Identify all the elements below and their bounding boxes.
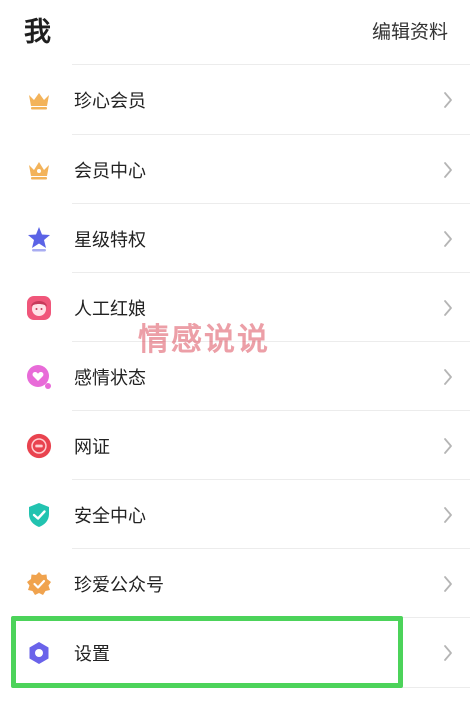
menu-item-member-center[interactable]: 会员中心 [0,135,470,204]
star-icon [26,226,52,252]
settings-highlight-box [11,616,403,688]
chevron-right-icon [440,228,456,250]
menu-item-label: 人工红娘 [74,298,146,320]
menu-item-official-account[interactable]: 珍爱公众号 [0,549,470,618]
crown-icon [26,87,52,113]
menu-item-label: 安全中心 [74,505,146,527]
crown-icon [26,157,52,183]
chevron-right-icon [440,435,456,457]
menu-item-security-center[interactable]: 安全中心 [0,480,470,549]
menu-item-label: 网证 [74,436,110,458]
watermark: 情感说说 [138,322,270,358]
shield-check-icon [26,502,52,528]
menu-item-label: 会员中心 [74,160,146,182]
chevron-right-icon [440,504,456,526]
chevron-right-icon [440,573,456,595]
verified-badge-icon [26,571,52,597]
chevron-right-icon [440,642,456,664]
menu-item-zhenxin-member[interactable]: 珍心会员 [0,65,470,134]
chevron-right-icon [440,366,456,388]
menu-item-label: 珍心会员 [74,90,146,112]
edit-profile-link[interactable]: 编辑资料 [372,17,448,44]
menu-item-online-id[interactable]: 网证 [0,411,470,480]
matchmaker-icon [26,295,52,321]
chevron-right-icon [440,297,456,319]
chevron-right-icon [440,89,456,111]
menu-item-label: 珍爱公众号 [74,574,164,596]
header: 我 编辑资料 [0,0,470,64]
menu-item-label: 星级特权 [74,229,146,251]
menu-item-star-privilege[interactable]: 星级特权 [0,204,470,273]
menu-item-label: 感情状态 [74,367,146,389]
id-badge-icon [26,433,52,459]
chevron-right-icon [440,159,456,181]
heart-icon [26,364,52,390]
page-title: 我 [24,17,51,48]
